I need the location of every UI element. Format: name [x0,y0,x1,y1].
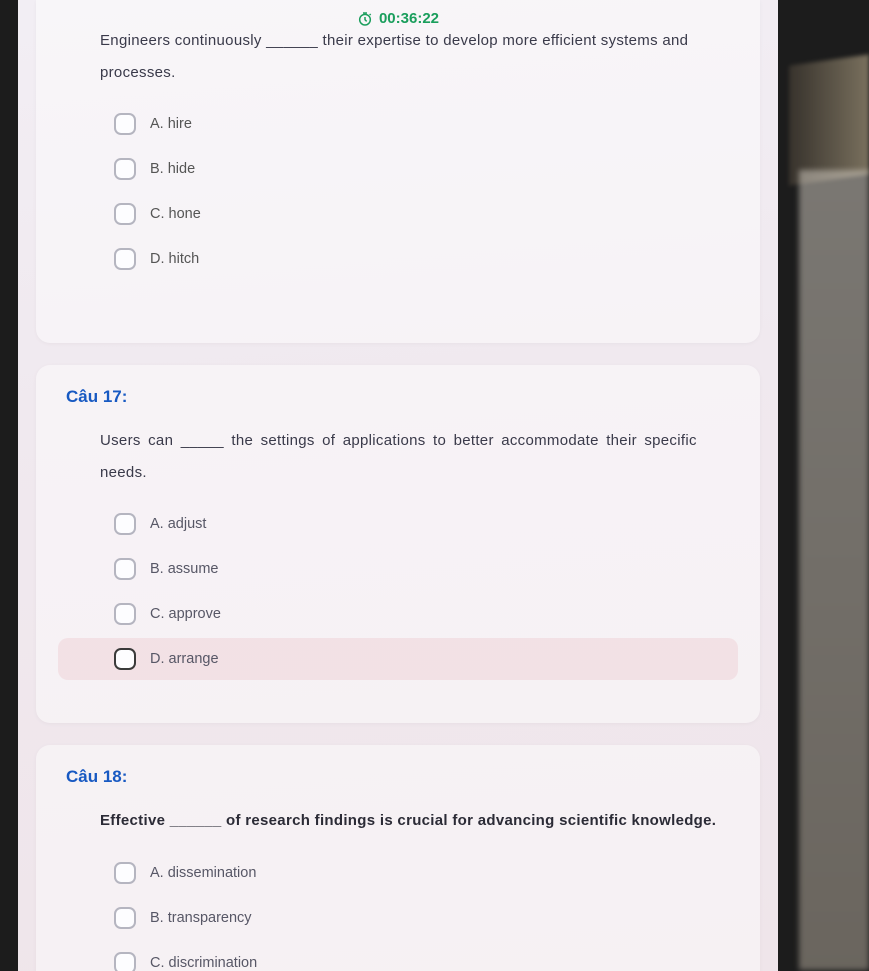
question-prompt: Users can _____ the settings of applicat… [58,425,738,500]
option-label: A. adjust [150,516,206,532]
option-label: C. hone [150,206,201,222]
radio-icon [114,248,136,270]
option-b[interactable]: B. assume [58,548,738,590]
option-label: B. assume [150,561,219,577]
option-label: D. hitch [150,251,199,267]
question-prompt: Engineers continuously ______ their expe… [58,25,738,100]
option-label: C. approve [150,606,221,622]
question-card-17: Câu 17: Users can _____ the settings of … [36,365,760,723]
option-c[interactable]: C. approve [58,593,738,635]
option-a[interactable]: A. adjust [58,503,738,545]
option-label: B. hide [150,161,195,177]
option-label: D. arrange [150,651,219,667]
question-prompt: Effective ______ of research findings is… [58,805,738,849]
radio-icon [114,113,136,135]
radio-icon [114,603,136,625]
radio-icon [114,513,136,535]
option-label: A. dissemination [150,865,256,881]
option-label: C. discrimination [150,955,257,971]
question-title: Câu 17: [58,365,738,425]
option-c[interactable]: C. hone [58,193,738,235]
option-d[interactable]: D. hitch [58,238,738,280]
timer-bar: 00:36:22 [58,0,738,27]
radio-icon [114,862,136,884]
option-a[interactable]: A. dissemination [58,852,738,894]
question-title: Câu 18: [58,745,738,805]
radio-icon [114,203,136,225]
radio-icon [114,952,136,971]
option-d[interactable]: D. arrange [58,638,738,680]
radio-icon [114,907,136,929]
background-object [789,54,869,185]
option-label: A. hire [150,116,192,132]
question-card-16: 00:36:22 Engineers continuously ______ t… [36,0,760,343]
quiz-screen: 00:36:22 Engineers continuously ______ t… [18,0,778,971]
option-b[interactable]: B. transparency [58,897,738,939]
radio-icon [114,158,136,180]
option-b[interactable]: B. hide [58,148,738,190]
question-card-18: Câu 18: Effective ______ of research fin… [36,745,760,971]
option-c[interactable]: C. discrimination [58,942,738,971]
option-a[interactable]: A. hire [58,103,738,145]
radio-icon [114,648,136,670]
background-object [799,170,869,970]
radio-icon [114,558,136,580]
option-label: B. transparency [150,910,252,926]
